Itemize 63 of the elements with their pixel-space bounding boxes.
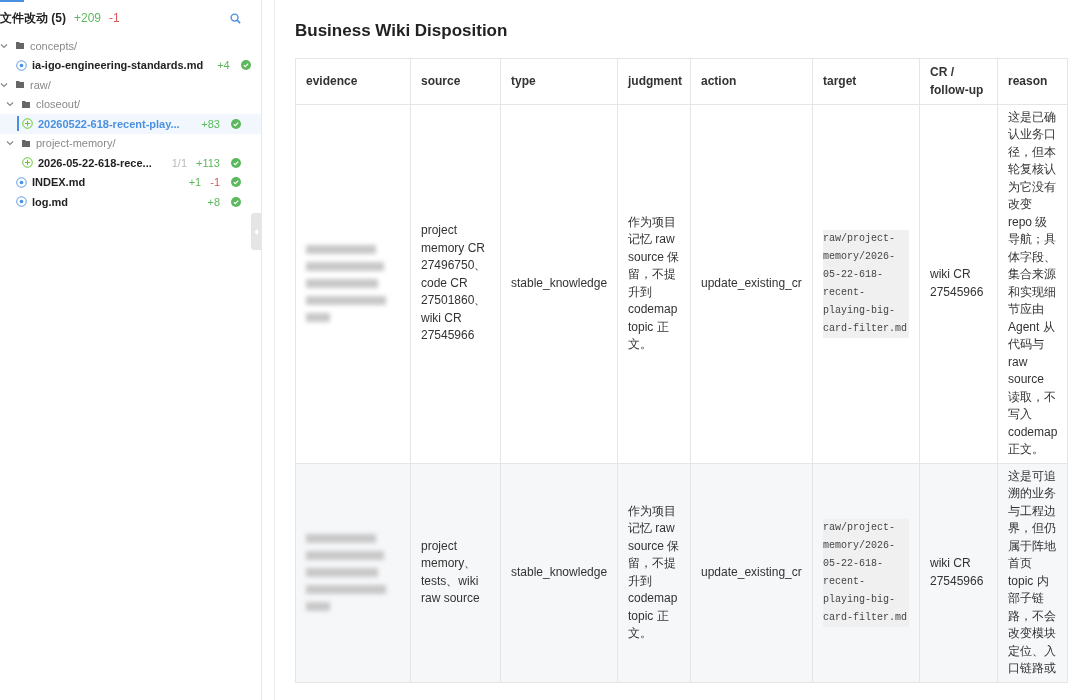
additions-count: +1 [188, 175, 202, 190]
additions-count: +113 [196, 155, 220, 171]
table-cell: 这是可追溯的业务与工程边界，但仍属于阵地首页 topic 内部子链路，不会改变模块定位、入口链路或 [997, 463, 1068, 682]
chevron-icon[interactable] [0, 80, 8, 89]
file-row[interactable]: 20260522-618-recent-play... +83 [0, 114, 261, 134]
table-cell: project memory CR 27496750、code CR 27501860、wiki CR 27545966 [410, 104, 501, 463]
file-row[interactable]: 2026-05-22-618-rece... 1/1 +113 [0, 153, 261, 173]
dot-circle-icon [16, 196, 27, 208]
column-header: type [500, 58, 618, 104]
file-name: 2026-05-22-618-rece... [38, 155, 152, 171]
code-path: raw/project-memory/2026-05-22-618-recent-playing-big-card-filter.md [823, 518, 909, 627]
column-header: reason [997, 58, 1068, 104]
table-cell: update_existing_cr [690, 463, 813, 682]
folder-icon [22, 139, 30, 147]
plus-circle-icon [22, 118, 33, 130]
active-tab-indicator [0, 0, 24, 2]
total-deletions: -1 [109, 10, 120, 27]
table-cell: 作为项目记忆 raw source 保留，不提升到 codemap topic 正文。 [617, 463, 691, 682]
deletions-count: -1 [210, 175, 220, 190]
file-row[interactable]: log.md +8 [0, 192, 261, 212]
folder-icon [22, 100, 30, 108]
folder-name[interactable]: closeout/ [36, 96, 81, 113]
dot-circle-icon [16, 176, 27, 188]
table-cell: project memory、tests、wiki raw source [410, 463, 501, 682]
folder-name[interactable]: project-memory/ [36, 135, 116, 152]
table-cell: stable_knowledge [500, 104, 618, 463]
column-header: source [410, 58, 501, 104]
file-name: log.md [32, 194, 69, 210]
folder-icon [16, 81, 24, 89]
document-title: Business Wiki Disposition [295, 20, 509, 42]
conflict-count: 1/1 [171, 155, 188, 171]
column-header: judgment [617, 58, 691, 104]
additions-count: +8 [207, 194, 220, 210]
table-cell: wiki CR 27545966 [919, 104, 998, 463]
search-icon[interactable] [230, 12, 241, 24]
column-header: target [812, 58, 920, 104]
file-name: ia-igo-engineering-standards.md [32, 58, 204, 73]
file-name: 20260522-618-recent-play... [38, 116, 180, 132]
total-additions: +209 [74, 10, 102, 27]
collapse-handle[interactable] [251, 213, 261, 250]
folder-name[interactable]: concepts/ [30, 37, 78, 54]
column-header: evidence [295, 58, 411, 104]
file-row[interactable]: INDEX.md +1 -1 [0, 172, 261, 192]
code-path: raw/project-memory/2026-05-22-618-recent-playing-big-card-filter.md [823, 229, 909, 338]
additions-count: +4 [217, 58, 230, 73]
table-cell: 作为项目记忆 raw source 保留，不提升到 codemap topic 正文。 [617, 104, 691, 463]
folder-name[interactable]: raw/ [30, 76, 51, 93]
chevron-icon[interactable] [6, 139, 14, 148]
additions-count: +83 [201, 116, 220, 132]
table-cell: wiki CR 27545966 [919, 463, 998, 682]
dot-circle-icon [16, 59, 27, 71]
table-cell: update_existing_cr [690, 104, 813, 463]
table-cell: 这是已确认业务口径，但本轮复核认为它没有改变 repo 级导航；具体字段、集合来源和实现细节应由 Agent 从代码与 raw source 读取，不写入 codemap 正文。 [997, 104, 1068, 463]
column-header: CR / follow-up [919, 58, 998, 104]
table-cell: stable_knowledge [500, 463, 618, 682]
file-row[interactable]: ia-igo-engineering-standards.md +4 [0, 55, 261, 75]
folder-icon [16, 42, 24, 50]
chevron-icon[interactable] [6, 100, 14, 109]
plus-circle-icon [22, 157, 33, 169]
panel-title: 文件改动 (5) [0, 10, 66, 27]
file-name: INDEX.md [32, 175, 86, 190]
chevron-icon[interactable] [0, 41, 8, 50]
column-header: action [690, 58, 813, 104]
